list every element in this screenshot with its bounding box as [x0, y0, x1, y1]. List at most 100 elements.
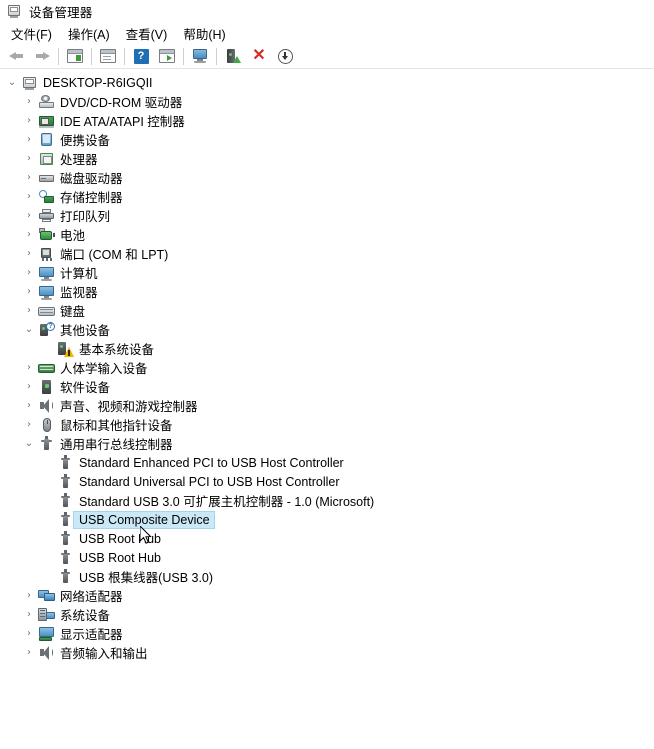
back-arrow-icon[interactable] — [3, 45, 29, 67]
tree-item-label: 基本系统设备 — [79, 343, 155, 357]
tree-item[interactable]: › 监视器 — [0, 282, 654, 301]
tree-item[interactable]: › 端口 (COM 和 LPT) — [0, 244, 654, 263]
tree-item[interactable]: › 电池 — [0, 225, 654, 244]
keyboard-icon — [38, 303, 55, 319]
chevron-right-icon[interactable]: › — [21, 305, 37, 316]
tree-item[interactable]: › 人体学输入设备 — [0, 358, 654, 377]
separator-3 — [124, 47, 125, 65]
menu-view[interactable]: 查看(V) — [121, 22, 179, 45]
chevron-right-icon[interactable]: › — [21, 134, 37, 145]
tree-item[interactable]: › 鼠标和其他指针设备 — [0, 415, 654, 434]
menu-file[interactable]: 文件(F) — [6, 22, 63, 45]
chevron-right-icon[interactable]: › — [21, 115, 37, 126]
tree-item[interactable]: USB Composite Device — [0, 510, 654, 529]
tree-item[interactable]: ⌄ DESKTOP-R6IGQII — [0, 73, 654, 92]
usb-device-icon — [57, 492, 74, 509]
chevron-right-icon[interactable]: › — [21, 210, 37, 221]
chevron-right-icon[interactable]: › — [21, 628, 37, 639]
chevron-down-icon[interactable]: ⌄ — [4, 77, 20, 88]
chevron-right-icon[interactable]: › — [21, 191, 37, 202]
tree-item-label: Standard Enhanced PCI to USB Host Contro… — [79, 455, 344, 470]
tree-item-label: 鼠标和其他指针设备 — [60, 419, 173, 433]
portable-device-icon — [38, 132, 55, 148]
tree-item[interactable]: › 键盘 — [0, 301, 654, 320]
ports-icon — [38, 246, 55, 262]
chevron-down-icon[interactable]: ⌄ — [21, 324, 37, 335]
tree-item-label: 网络适配器 — [60, 590, 123, 604]
help-glyph: ? — [133, 48, 149, 64]
tree-item[interactable]: USB 根集线器(USB 3.0) — [0, 567, 654, 586]
chevron-right-icon[interactable]: › — [21, 647, 37, 658]
tree-item[interactable]: › 音频输入和输出 — [0, 643, 654, 662]
tree-item[interactable]: › 系统设备 — [0, 605, 654, 624]
tree-item-label: 通用串行总线控制器 — [60, 438, 173, 452]
menu-bar: 文件(F) 操作(A) 查看(V) 帮助(H) — [0, 22, 654, 44]
tree-item[interactable]: › 磁盘驱动器 — [0, 168, 654, 187]
tree-item[interactable]: Standard Enhanced PCI to USB Host Contro… — [0, 453, 654, 472]
tree-item-label: 便携设备 — [60, 134, 111, 148]
monitor-icon — [38, 284, 55, 300]
menu-help[interactable]: 帮助(H) — [178, 22, 236, 45]
computer-node-icon — [38, 265, 55, 281]
tree-item[interactable]: ⌄? 其他设备 — [0, 320, 654, 339]
chevron-right-icon[interactable]: › — [21, 362, 37, 373]
forward-arrow-icon[interactable] — [29, 45, 55, 67]
tree-item[interactable]: Standard Universal PCI to USB Host Contr… — [0, 472, 654, 491]
usb-controller-icon — [38, 435, 55, 452]
chevron-right-icon[interactable]: › — [21, 172, 37, 183]
device-tree: ⌄ DESKTOP-R6IGQII › DVD/CD-ROM 驱动器 › IDE ATA/… — [0, 69, 654, 662]
tree-item[interactable]: › 显示适配器 — [0, 624, 654, 643]
tree-item-label: 端口 (COM 和 LPT) — [60, 248, 169, 262]
chevron-right-icon[interactable]: › — [21, 590, 37, 601]
base-system-device-warning-icon — [57, 341, 74, 357]
tree-item-label: 电池 — [60, 229, 86, 243]
dvd-drive-icon — [38, 94, 55, 110]
tree-item[interactable]: › 打印队列 — [0, 206, 654, 225]
menu-action[interactable]: 操作(A) — [63, 22, 121, 45]
tree-item-label: 计算机 — [60, 267, 98, 281]
chevron-right-icon[interactable]: › — [21, 400, 37, 411]
chevron-right-icon[interactable]: › — [21, 153, 37, 164]
tree-item[interactable]: › 存储控制器 — [0, 187, 654, 206]
tree-item-label: 磁盘驱动器 — [60, 172, 123, 186]
tree-item[interactable]: ⌄ 通用串行总线控制器 — [0, 434, 654, 453]
tree-item[interactable]: 基本系统设备 — [0, 339, 654, 358]
chevron-right-icon[interactable]: › — [21, 96, 37, 107]
tree-item[interactable]: Standard USB 3.0 可扩展主机控制器 - 1.0 (Microso… — [0, 491, 654, 510]
disk-drive-icon — [38, 170, 55, 186]
chevron-right-icon[interactable]: › — [21, 381, 37, 392]
show-hide-action-pane-icon[interactable] — [154, 45, 180, 67]
chevron-right-icon[interactable]: › — [21, 229, 37, 240]
tree-item[interactable]: › 处理器 — [0, 149, 654, 168]
chevron-right-icon[interactable]: › — [21, 286, 37, 297]
chevron-right-icon[interactable]: › — [21, 267, 37, 278]
tree-item[interactable]: USB Root Hub — [0, 548, 654, 567]
tree-item[interactable]: › 软件设备 — [0, 377, 654, 396]
show-hide-console-tree-icon[interactable] — [62, 45, 88, 67]
tree-item-label: 处理器 — [60, 153, 98, 167]
properties-icon[interactable] — [95, 45, 121, 67]
tree-item[interactable]: USB Root Hub — [0, 529, 654, 548]
tree-item-label: USB Root Hub — [79, 531, 161, 546]
chevron-down-icon[interactable]: ⌄ — [21, 438, 37, 449]
update-driver-icon[interactable] — [220, 45, 246, 67]
other-devices-icon: ? — [38, 321, 55, 338]
tree-item[interactable]: › IDE ATA/ATAPI 控制器 — [0, 111, 654, 130]
tree-item-label: 软件设备 — [60, 381, 111, 395]
chevron-right-icon[interactable]: › — [21, 609, 37, 620]
usb-device-icon — [57, 473, 74, 490]
tree-item-label: 监视器 — [60, 286, 98, 300]
uninstall-device-icon[interactable]: ✕ — [246, 45, 272, 67]
tree-item[interactable]: › 便携设备 — [0, 130, 654, 149]
disable-device-icon[interactable] — [272, 45, 298, 67]
software-device-icon — [38, 379, 55, 395]
tree-item[interactable]: › DVD/CD-ROM 驱动器 — [0, 92, 654, 111]
scan-for-hardware-changes-icon[interactable] — [187, 45, 213, 67]
print-queue-icon — [38, 208, 55, 224]
chevron-right-icon[interactable]: › — [21, 419, 37, 430]
tree-item[interactable]: › 网络适配器 — [0, 586, 654, 605]
tree-item[interactable]: › 计算机 — [0, 263, 654, 282]
chevron-right-icon[interactable]: › — [21, 248, 37, 259]
help-icon[interactable]: ? — [128, 45, 154, 67]
tree-item[interactable]: › 声音、视频和游戏控制器 — [0, 396, 654, 415]
